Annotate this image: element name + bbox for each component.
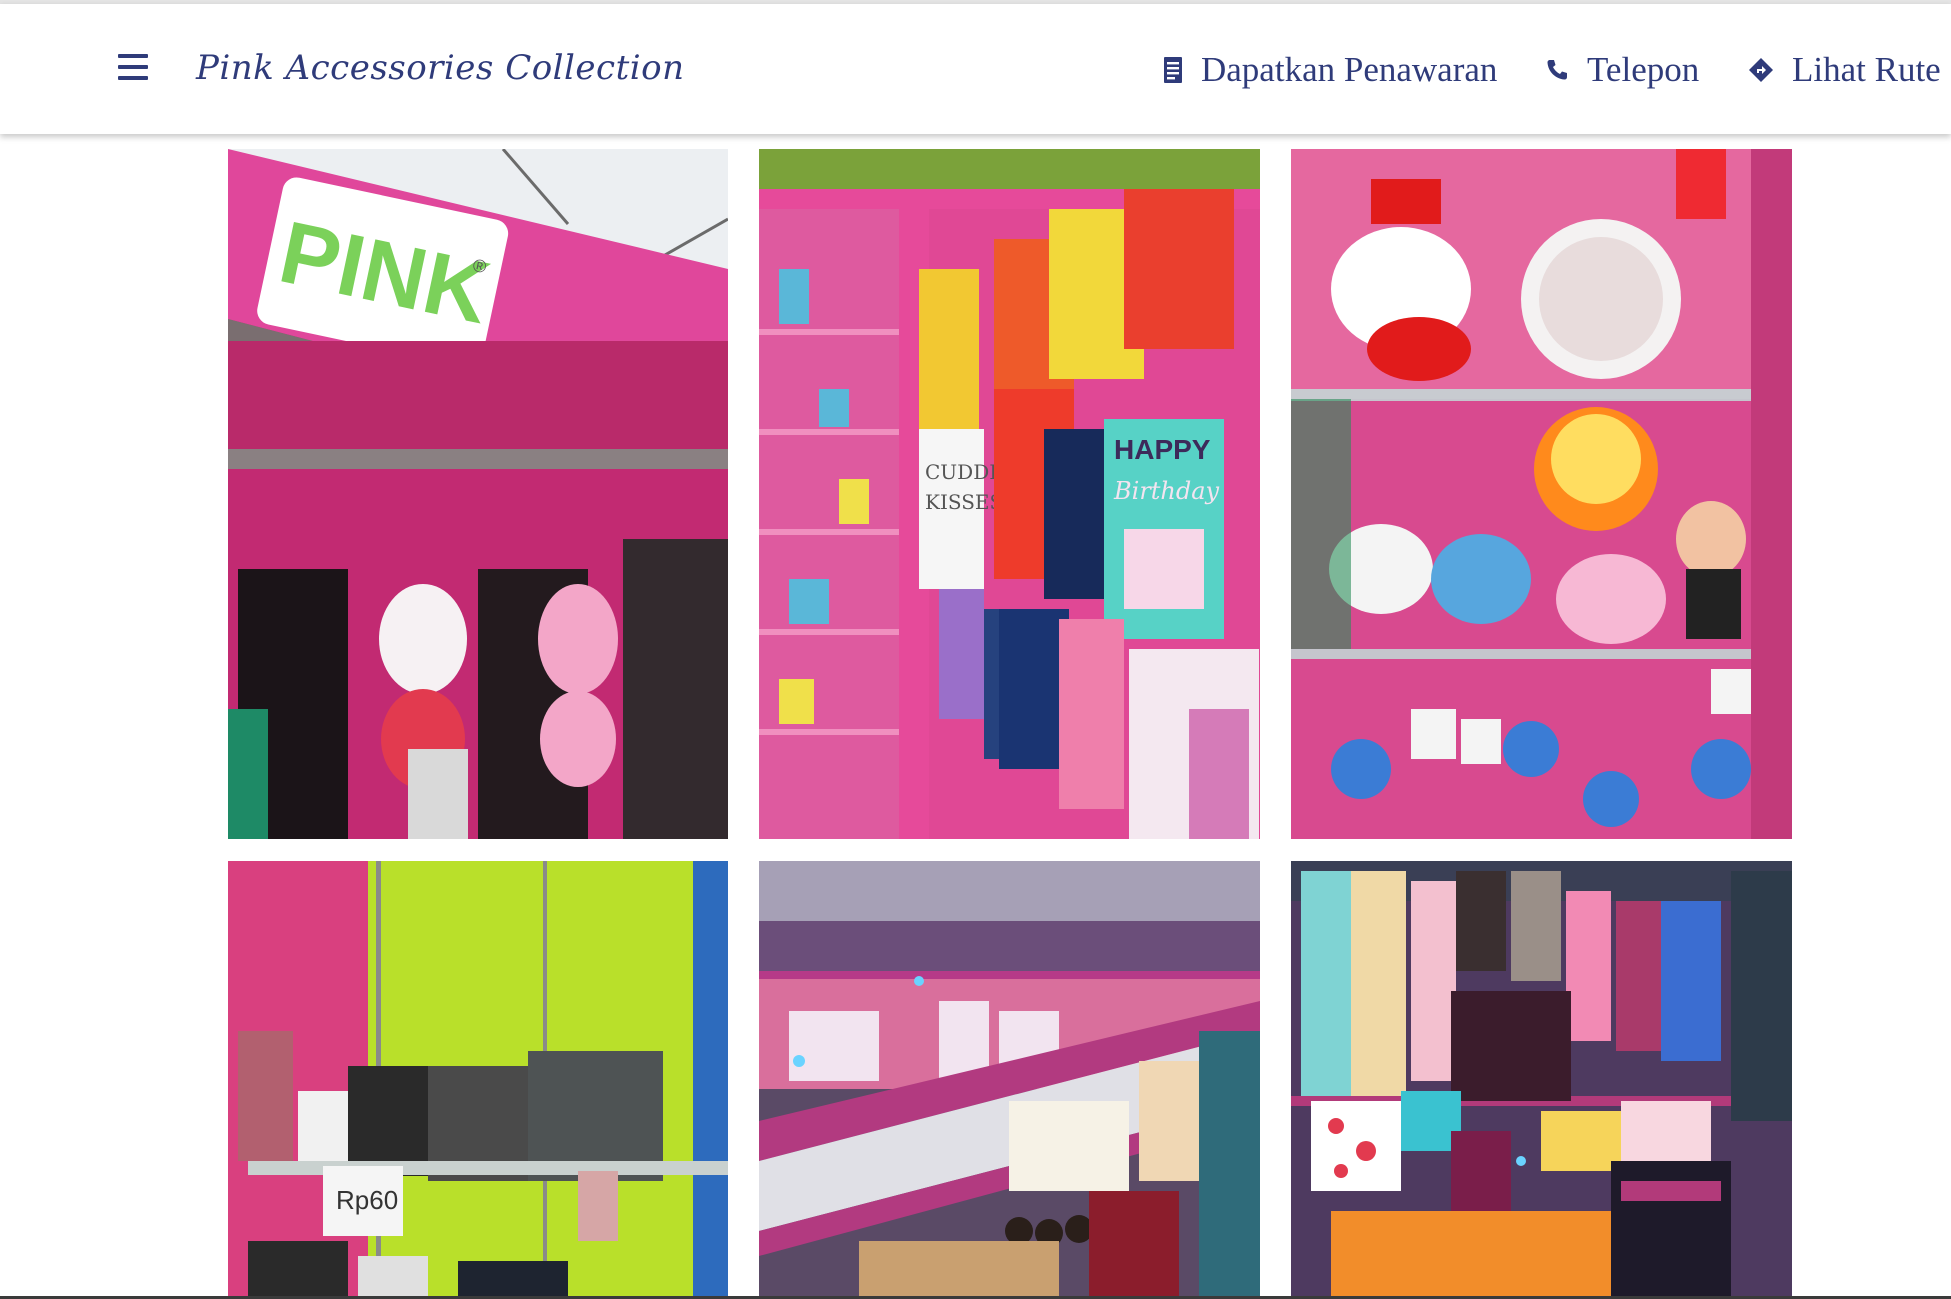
gallery-photo-cosmetics[interactable] (759, 861, 1260, 1299)
brand-title[interactable]: Pink Accessories Collection (196, 48, 685, 88)
gallery-photo-handbags[interactable]: Rp60 (228, 861, 728, 1299)
gallery-photo-gift-bags[interactable]: CUDDLE KISSES HAPPY Birthday (759, 149, 1260, 839)
document-icon (1164, 57, 1182, 83)
nav-phone[interactable]: Telepon (1545, 50, 1699, 90)
nav-get-offer[interactable]: Dapatkan Penawaran (1163, 50, 1497, 90)
bag-text-happy: HAPPY (1114, 434, 1211, 465)
bag-text-kisses: KISSES (925, 490, 1003, 514)
app-header: Pink Accessories Collection Dapatkan Pen… (0, 4, 1951, 134)
hamburger-menu-icon[interactable] (118, 54, 148, 82)
nav-directions[interactable]: Lihat Rute (1748, 50, 1941, 90)
handbag-price-tag: Rp60 (336, 1185, 398, 1215)
directions-icon (1749, 58, 1773, 82)
nav-get-offer-label: Dapatkan Penawaran (1201, 50, 1498, 89)
gallery-photo-storefront[interactable]: PINK ® accessories (228, 149, 728, 839)
gallery-photo-accessories[interactable] (1291, 861, 1792, 1299)
gallery-photo-character-goods[interactable] (1291, 149, 1792, 839)
nav-directions-label: Lihat Rute (1792, 50, 1941, 89)
phone-icon (1547, 60, 1567, 80)
nav-phone-label: Telepon (1587, 50, 1700, 89)
photo-gallery: PINK ® accessories (0, 0, 1951, 1299)
bag-text-birthday: Birthday (1113, 477, 1220, 505)
